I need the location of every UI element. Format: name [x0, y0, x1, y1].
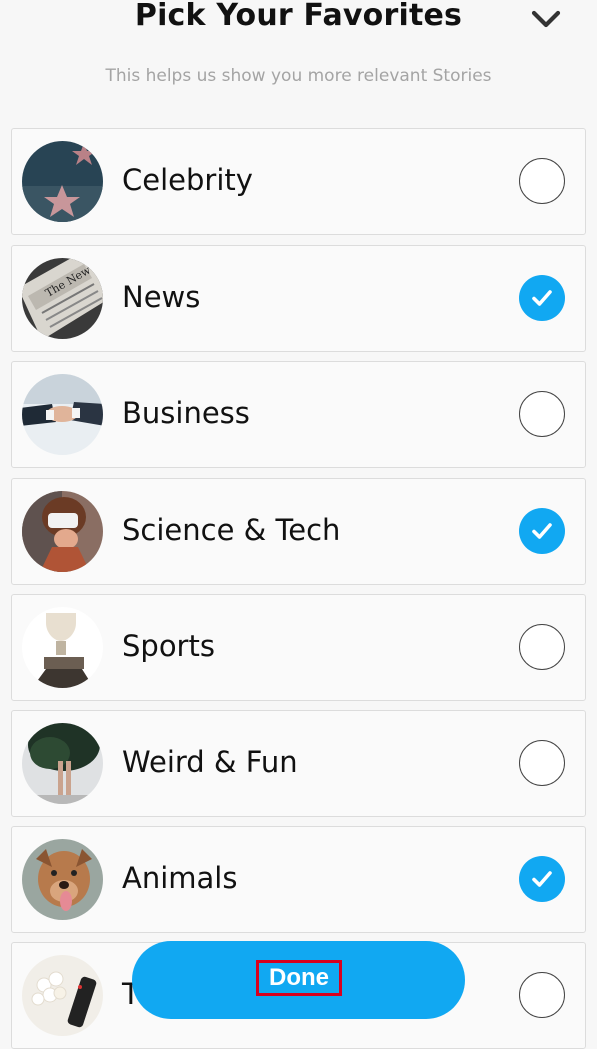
category-row-science-tech[interactable]: Science & Tech	[11, 478, 586, 585]
category-row-animals[interactable]: Animals	[11, 826, 586, 933]
category-label: Sports	[122, 629, 215, 663]
category-row-sports[interactable]: Sports	[11, 594, 586, 701]
page-subtitle: This helps us show you more relevant Sto…	[105, 66, 492, 86]
done-button-label: Done	[256, 960, 342, 996]
category-label: News	[122, 280, 201, 314]
category-label: Science & Tech	[122, 513, 341, 547]
category-image	[22, 839, 103, 920]
category-label: Weird & Fun	[122, 745, 298, 779]
checkbox-unselected[interactable]	[519, 624, 565, 670]
category-row-celebrity[interactable]: Celebrity	[11, 128, 586, 235]
category-image	[22, 374, 103, 455]
checkbox-unselected[interactable]	[519, 158, 565, 204]
checkbox-unselected[interactable]	[519, 740, 565, 786]
checkmark-icon	[532, 871, 552, 887]
checkmark-icon	[532, 523, 552, 539]
checkbox-selected[interactable]	[519, 508, 565, 554]
page-title: Pick Your Favorites	[134, 0, 463, 33]
category-image: The New York	[22, 258, 103, 339]
checkbox-selected[interactable]	[519, 856, 565, 902]
category-label: Animals	[122, 861, 238, 895]
chevron-down-icon[interactable]	[528, 4, 564, 34]
category-row-weird-fun[interactable]: Weird & Fun	[11, 710, 586, 817]
category-image	[22, 141, 103, 222]
done-button[interactable]: Done	[132, 941, 465, 1019]
category-image	[22, 491, 103, 572]
category-row-news[interactable]: The New York News	[11, 245, 586, 352]
category-image	[22, 723, 103, 804]
category-image	[22, 607, 103, 688]
category-label: Business	[122, 396, 250, 430]
category-row-business[interactable]: Business	[11, 361, 586, 468]
checkmark-icon	[532, 290, 552, 306]
header: Pick Your Favorites This helps us show y…	[0, 0, 597, 120]
checkbox-unselected[interactable]	[519, 391, 565, 437]
checkbox-unselected[interactable]	[519, 972, 565, 1018]
checkbox-selected[interactable]	[519, 275, 565, 321]
category-label: Celebrity	[122, 163, 253, 197]
